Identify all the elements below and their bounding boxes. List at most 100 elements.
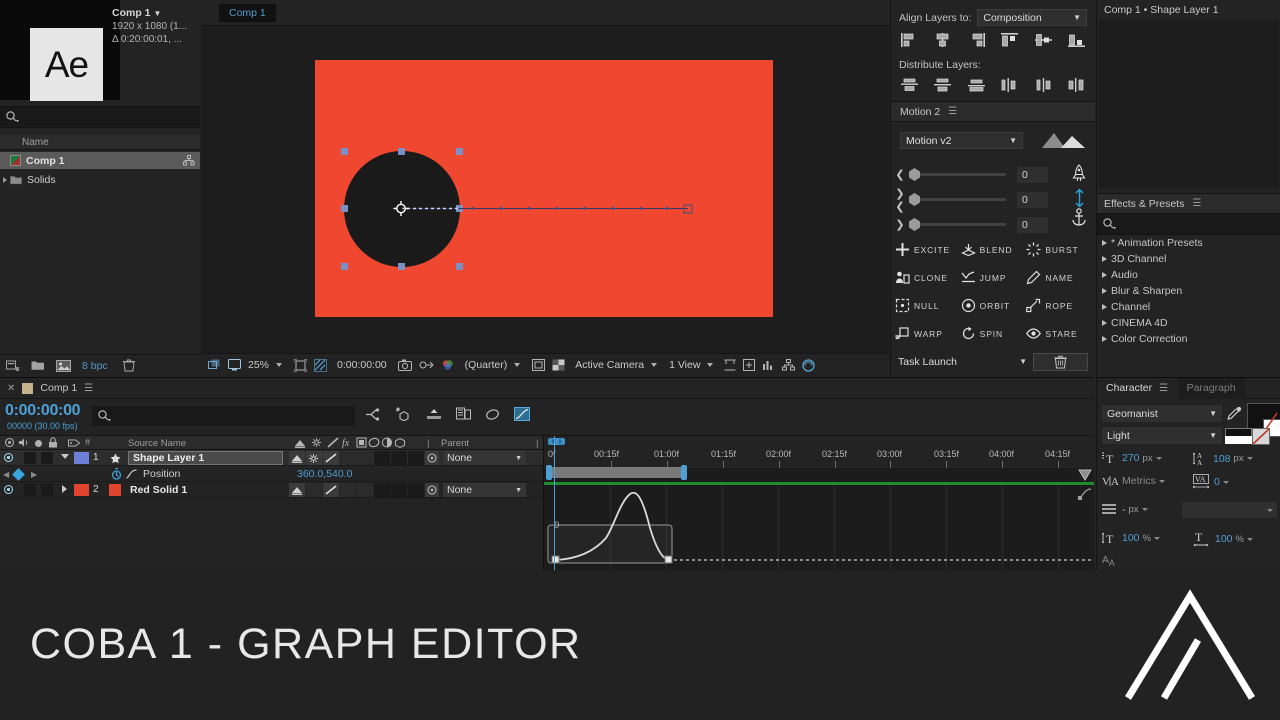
project-comp-title[interactable]: Comp 1 ▼	[112, 7, 200, 19]
panel-menu-icon[interactable]: ☰	[1192, 198, 1201, 209]
distribute-bottom-icon[interactable]	[967, 78, 985, 92]
motion-version-select[interactable]: Motion v2 ▼	[900, 132, 1023, 149]
views-label[interactable]: 1 View	[669, 359, 700, 371]
channel-rgb-icon[interactable]	[441, 359, 455, 371]
horizontal-scale-caret-icon[interactable]	[1246, 537, 1253, 541]
motion-button-blend[interactable]: BLEND	[960, 242, 1027, 257]
graph-editor-icon[interactable]	[514, 407, 530, 421]
disclosure-triangle-icon[interactable]	[1102, 336, 1107, 342]
no-fill-icon[interactable]	[1252, 428, 1270, 445]
effects-search-input[interactable]	[1097, 214, 1280, 235]
arrows-vertical-icon[interactable]	[1073, 188, 1086, 208]
graph-type-icon[interactable]	[1078, 487, 1092, 500]
disclosure-triangle-icon[interactable]	[1102, 272, 1107, 278]
tab-comp1[interactable]: Comp 1	[219, 4, 276, 22]
parent-header[interactable]: Parent	[441, 438, 469, 449]
audio-toggle-cell[interactable]	[24, 452, 36, 464]
audio-toggle-cell[interactable]	[24, 484, 36, 496]
distribute-right-icon[interactable]	[1068, 78, 1085, 92]
transparency-grid-icon[interactable]	[314, 358, 328, 372]
panel-menu-icon[interactable]: ☰	[948, 106, 957, 117]
slider-track-both[interactable]	[909, 193, 1006, 206]
draft-3d-icon[interactable]	[395, 407, 412, 421]
disclosure-triangle-icon[interactable]	[1102, 256, 1107, 262]
slider-value-in[interactable]: 0	[1017, 166, 1048, 183]
leading-caret-icon[interactable]	[1246, 457, 1253, 460]
disclosure-triangle-icon[interactable]	[1102, 288, 1107, 294]
toggle-transparency-grid-icon[interactable]	[552, 359, 565, 371]
source-name-header[interactable]: Source Name	[128, 438, 186, 449]
disclosure-triangle-icon[interactable]	[61, 454, 69, 459]
effects-category-row[interactable]: CINEMA 4D	[1097, 315, 1280, 331]
tracking-field[interactable]: VA 0	[1193, 474, 1229, 490]
stroke-width-field[interactable]: - px	[1102, 503, 1148, 516]
effects-category-row[interactable]: Audio	[1097, 267, 1280, 283]
disclosure-triangle-icon[interactable]	[1102, 320, 1107, 326]
vertical-scale-caret-icon[interactable]	[1153, 536, 1160, 540]
effects-category-row[interactable]: Blur & Sharpen	[1097, 283, 1280, 299]
align-target-select[interactable]: Composition ▼	[977, 9, 1087, 26]
property-name[interactable]: Position	[143, 468, 180, 480]
align-top-icon[interactable]	[1001, 33, 1019, 47]
disclosure-triangle-icon[interactable]	[1102, 304, 1107, 310]
exposure-histogram-icon[interactable]	[762, 359, 775, 371]
hide-shy-layers-icon[interactable]	[426, 408, 442, 421]
new-comp-icon[interactable]	[6, 360, 20, 372]
slider-knob-out[interactable]	[909, 218, 920, 231]
vertical-scale-field[interactable]: T 100 %	[1102, 531, 1160, 545]
reset-exposure-icon[interactable]	[802, 358, 816, 372]
slider-track-in[interactable]	[909, 168, 1006, 181]
timeline-graph-area[interactable]: 0f 00:15f 01:00f 01:15f 02:00f 02:15f 03…	[543, 436, 1094, 571]
horizontal-scale-field[interactable]: T 100 %	[1193, 531, 1253, 547]
leading-field[interactable]: A A 108 px	[1193, 451, 1253, 466]
panel-menu-icon[interactable]: ☰	[84, 383, 93, 394]
layer-name-label[interactable]: Red Solid 1	[130, 484, 187, 496]
panel-menu-icon[interactable]: ☰	[1159, 383, 1168, 394]
slider-value-out[interactable]: 0	[1017, 216, 1048, 233]
camera-caret-icon[interactable]	[651, 363, 658, 367]
work-area-start-handle[interactable]	[546, 465, 552, 480]
font-style-select[interactable]: Light ▼	[1102, 427, 1222, 444]
views-caret-icon[interactable]	[707, 363, 714, 367]
layer-panel-tab[interactable]: Comp 1 • Shape Layer 1	[1097, 0, 1280, 20]
motion-button-rope[interactable]: ROPE	[1026, 298, 1092, 313]
font-size-field[interactable]: T 270 px	[1102, 451, 1162, 465]
zoom-caret-icon[interactable]	[276, 363, 283, 367]
align-horizontal-center-icon[interactable]	[934, 33, 951, 47]
disclosure-triangle-icon[interactable]	[1102, 240, 1107, 246]
composition-mini-flowchart-icon[interactable]	[365, 407, 381, 421]
font-size-caret-icon[interactable]	[1155, 456, 1162, 460]
motion-button-spin[interactable]: SPIN	[961, 326, 1027, 341]
camera-label[interactable]: Active Camera	[575, 359, 644, 371]
timeline-jump-icon[interactable]	[743, 359, 756, 371]
bit-depth-label[interactable]: 8 bpc	[82, 360, 108, 372]
snapshot-icon[interactable]	[397, 359, 412, 371]
rocket-icon[interactable]	[1071, 164, 1087, 183]
motion-button-orbit[interactable]: ORBIT	[961, 298, 1027, 313]
enable-frame-blending-icon[interactable]	[456, 407, 471, 421]
effects-category-row[interactable]: Color Correction	[1097, 331, 1280, 347]
font-family-select[interactable]: Geomanist ▼	[1102, 405, 1222, 422]
motion-button-excite[interactable]: EXCITE	[895, 242, 961, 257]
task-delete-button[interactable]	[1033, 352, 1088, 371]
solo-toggle-cell[interactable]	[41, 484, 53, 496]
align-vertical-center-icon[interactable]	[1034, 33, 1052, 47]
tab-paragraph[interactable]: Paragraph	[1177, 377, 1245, 399]
kerning-caret-icon[interactable]	[1158, 479, 1165, 483]
layer-switches-1[interactable]	[289, 451, 439, 465]
distribute-top-icon[interactable]	[901, 78, 918, 92]
current-time-indicator[interactable]	[554, 436, 555, 571]
pixel-aspect-icon[interactable]	[724, 359, 736, 371]
layer-color-label[interactable]	[74, 484, 89, 496]
slider-knob-both[interactable]	[909, 193, 920, 206]
comp-stage[interactable]	[201, 27, 889, 353]
effects-category-row[interactable]: 3D Channel	[1097, 251, 1280, 267]
zoom-level[interactable]: 25%	[248, 359, 269, 371]
distribute-left-icon[interactable]	[1001, 78, 1018, 92]
toggle-mask-icon[interactable]	[532, 359, 546, 371]
effects-category-row[interactable]: * Animation Presets	[1097, 235, 1280, 251]
main-viewer-icon[interactable]	[228, 359, 241, 371]
motion-button-name[interactable]: NAME	[1026, 270, 1092, 285]
layer-name-input[interactable]: Shape Layer 1	[128, 451, 283, 465]
work-area-end-handle[interactable]	[681, 465, 687, 480]
